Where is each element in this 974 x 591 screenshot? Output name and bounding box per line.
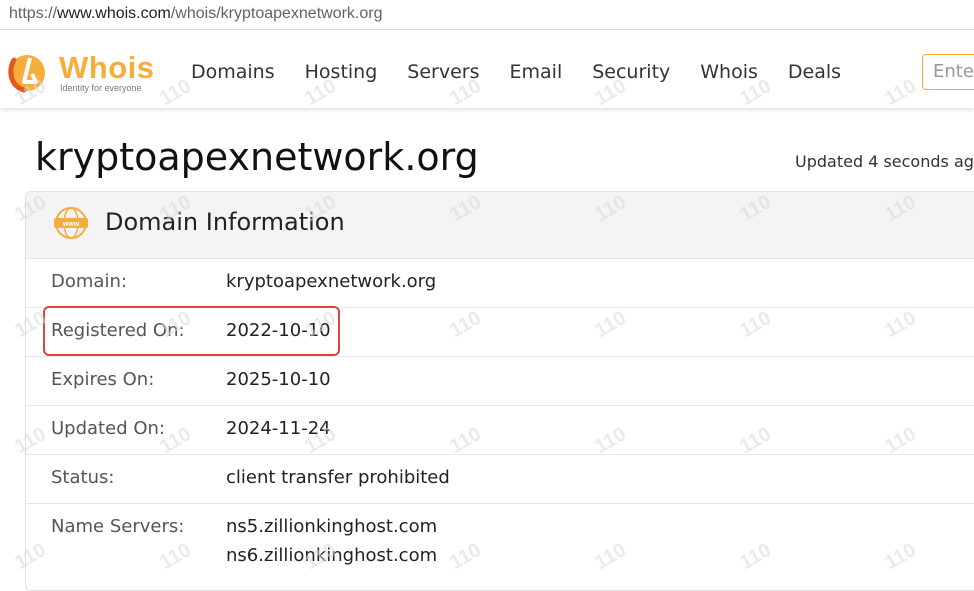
- row-label: Status:: [51, 467, 115, 488]
- domain-info-panel: www Domain Information Domain: kryptoape…: [25, 191, 974, 591]
- url-path: /whois/kryptoapexnetwork.org: [170, 5, 383, 22]
- name-server: ns6.zillionkinghost.com: [226, 545, 438, 566]
- row-value: client transfer prohibited: [226, 467, 450, 488]
- row-label: Name Servers:: [51, 516, 185, 537]
- domain-search-input[interactable]: Enter: [922, 54, 974, 90]
- nav-deals[interactable]: Deals: [788, 61, 841, 83]
- row-name-servers: Name Servers: ns5.zillionkinghost.com ns…: [26, 504, 974, 584]
- row-label: Domain:: [51, 271, 127, 292]
- address-bar[interactable]: https://www.whois.com/whois/kryptoapexne…: [0, 0, 974, 30]
- row-value: kryptoapexnetwork.org: [226, 271, 437, 292]
- nav-hosting[interactable]: Hosting: [305, 61, 378, 83]
- row-expires-on: Expires On: 2025-10-10: [26, 357, 974, 406]
- whois-logo-icon: [8, 55, 45, 93]
- nav-email[interactable]: Email: [510, 61, 563, 83]
- row-updated-on: Updated On: 2024-11-24: [26, 406, 974, 455]
- url-host: www.whois.com: [57, 5, 171, 22]
- updated-timestamp: Updated 4 seconds ago: [795, 152, 974, 171]
- name-server: ns5.zillionkinghost.com: [226, 516, 438, 537]
- url-scheme: https://: [9, 5, 58, 22]
- svg-text:www: www: [62, 221, 80, 228]
- panel-title: Domain Information: [105, 208, 345, 236]
- row-value: ns5.zillionkinghost.com ns6.zillionkingh…: [226, 516, 437, 574]
- site-header: Whois Identity for everyone Domains Host…: [0, 36, 974, 108]
- row-label: Updated On:: [51, 418, 165, 439]
- brand-tagline: Identity for everyone: [60, 83, 142, 93]
- row-label: Expires On:: [51, 369, 155, 390]
- nav-whois[interactable]: Whois: [700, 61, 758, 83]
- row-domain: Domain: kryptoapexnetwork.org: [26, 259, 974, 308]
- www-icon: www: [54, 207, 88, 239]
- main-menu: Domains Hosting Servers Email Security W…: [191, 36, 871, 108]
- registered-on-highlight: [43, 306, 340, 356]
- nav-servers[interactable]: Servers: [407, 61, 479, 83]
- page-title: kryptoapexnetwork.org: [35, 135, 479, 179]
- nav-security[interactable]: Security: [592, 61, 670, 83]
- panel-header: www Domain Information: [26, 192, 974, 259]
- whois-logo[interactable]: Whois Identity for everyone: [6, 50, 166, 94]
- row-value: 2024-11-24: [226, 418, 331, 439]
- row-value: 2025-10-10: [226, 369, 331, 390]
- nav-domains[interactable]: Domains: [191, 61, 275, 83]
- row-status: Status: client transfer prohibited: [26, 455, 974, 504]
- brand-name: Whois: [59, 50, 155, 85]
